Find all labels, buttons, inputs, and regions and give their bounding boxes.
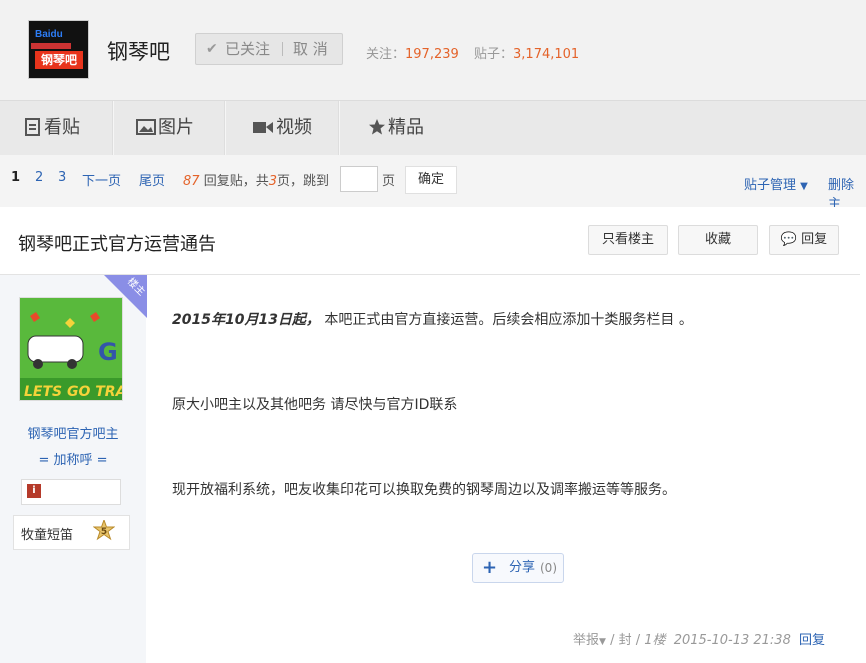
divider: [282, 42, 283, 56]
author-name[interactable]: 钢琴吧官方吧主: [0, 423, 146, 442]
nav-divider: [224, 101, 226, 155]
ban-link[interactable]: 封: [619, 633, 632, 648]
avatar-image: G LETS GO TRA: [20, 298, 122, 400]
follow-button[interactable]: ✔ 已关注 取 消: [195, 33, 343, 65]
post-paragraph-2: 原大小吧主以及其他吧务 请尽快与官方ID联系: [172, 397, 458, 413]
last-page-link[interactable]: 尾页: [139, 170, 165, 189]
page-link-3[interactable]: 3: [58, 170, 66, 185]
unfollow-button[interactable]: 取 消: [293, 34, 328, 64]
reply-button[interactable]: 💬 回复: [769, 225, 839, 255]
forum-nav: [0, 100, 866, 155]
page-jump-confirm-button[interactable]: 确定: [405, 166, 457, 194]
reply-summary: 87 回复贴，共3页，跳到: [183, 174, 329, 189]
tab-featured[interactable]: 精品: [368, 101, 424, 155]
only-op-button[interactable]: 只看楼主: [588, 225, 668, 255]
post-paragraph-3: 现开放福利系统，吧友收集印花可以换取免费的钢琴周边以及调率搬运等等服务。: [172, 482, 676, 498]
svg-text:G: G: [98, 338, 118, 366]
post-title: 钢琴吧正式官方运营通告: [18, 234, 216, 255]
logo-baidu-text: Baidu: [35, 29, 63, 40]
report-menu[interactable]: 举报▼: [573, 633, 606, 648]
share-button[interactable]: + 分享 (0): [472, 553, 564, 583]
tab-images-label: 图片: [158, 117, 194, 138]
chevron-down-icon: ▼: [599, 637, 606, 647]
followed-label: 已关注: [225, 40, 271, 58]
svg-text:5: 5: [101, 527, 107, 537]
next-page-link[interactable]: 下一页: [82, 170, 121, 189]
share-count: (0): [540, 561, 557, 575]
checkmark-icon: ✔: [206, 41, 218, 57]
nav-divider: [338, 101, 340, 155]
avatar[interactable]: G LETS GO TRA: [19, 297, 123, 401]
post-footer: 举报▼ / 封 / 1楼 2015-10-13 21:38 回复: [573, 633, 825, 648]
tab-images[interactable]: 图片: [136, 101, 194, 155]
page-current: 1: [11, 170, 21, 185]
tab-videos-label: 视频: [276, 117, 312, 138]
forum-name[interactable]: 钢琴吧: [107, 36, 170, 66]
follow-count: 关注：197,239: [366, 47, 459, 62]
info-badge-icon[interactable]: i: [27, 484, 41, 498]
tab-videos[interactable]: 视频: [252, 101, 312, 155]
floor-number: 1楼: [644, 633, 666, 648]
level-badge-icon: 5: [93, 520, 115, 541]
plus-icon: +: [482, 557, 498, 578]
post-manage-menu[interactable]: 贴子管理 ▼: [744, 174, 808, 193]
page-jump-input[interactable]: [340, 166, 378, 192]
page-link-2[interactable]: 2: [35, 170, 43, 185]
forum-logo[interactable]: Baidu 钢琴吧: [28, 20, 89, 79]
post-time: 2015-10-13 21:38: [673, 633, 791, 648]
page-unit: 页: [382, 174, 396, 189]
video-icon: [253, 122, 273, 133]
favorite-button[interactable]: 收藏: [678, 225, 758, 255]
image-icon: [136, 119, 156, 135]
floor-reply-link[interactable]: 回复: [799, 633, 825, 648]
tab-posts[interactable]: 看贴: [24, 101, 80, 155]
level-name: 牧童短笛: [21, 528, 74, 543]
logo-forum-text: 钢琴吧: [35, 51, 83, 69]
nav-divider: [112, 101, 114, 155]
svg-text:LETS GO TRA: LETS GO TRA: [24, 384, 122, 400]
document-icon: [25, 118, 40, 136]
comment-icon: 💬: [780, 232, 798, 247]
share-label: 分享: [509, 560, 536, 575]
star-icon: [369, 119, 385, 135]
post-paragraph-1: 2015年10月13日起， 本吧正式由官方直接运营。后续会相应添加十类服务栏目 …: [172, 312, 693, 328]
add-nickname-link[interactable]: = 加称呼 =: [0, 449, 146, 468]
tab-posts-label: 看贴: [44, 117, 80, 138]
post-count: 贴子：3,174,101: [474, 47, 580, 62]
tab-featured-label: 精品: [388, 117, 424, 138]
chevron-down-icon: ▼: [800, 181, 808, 192]
